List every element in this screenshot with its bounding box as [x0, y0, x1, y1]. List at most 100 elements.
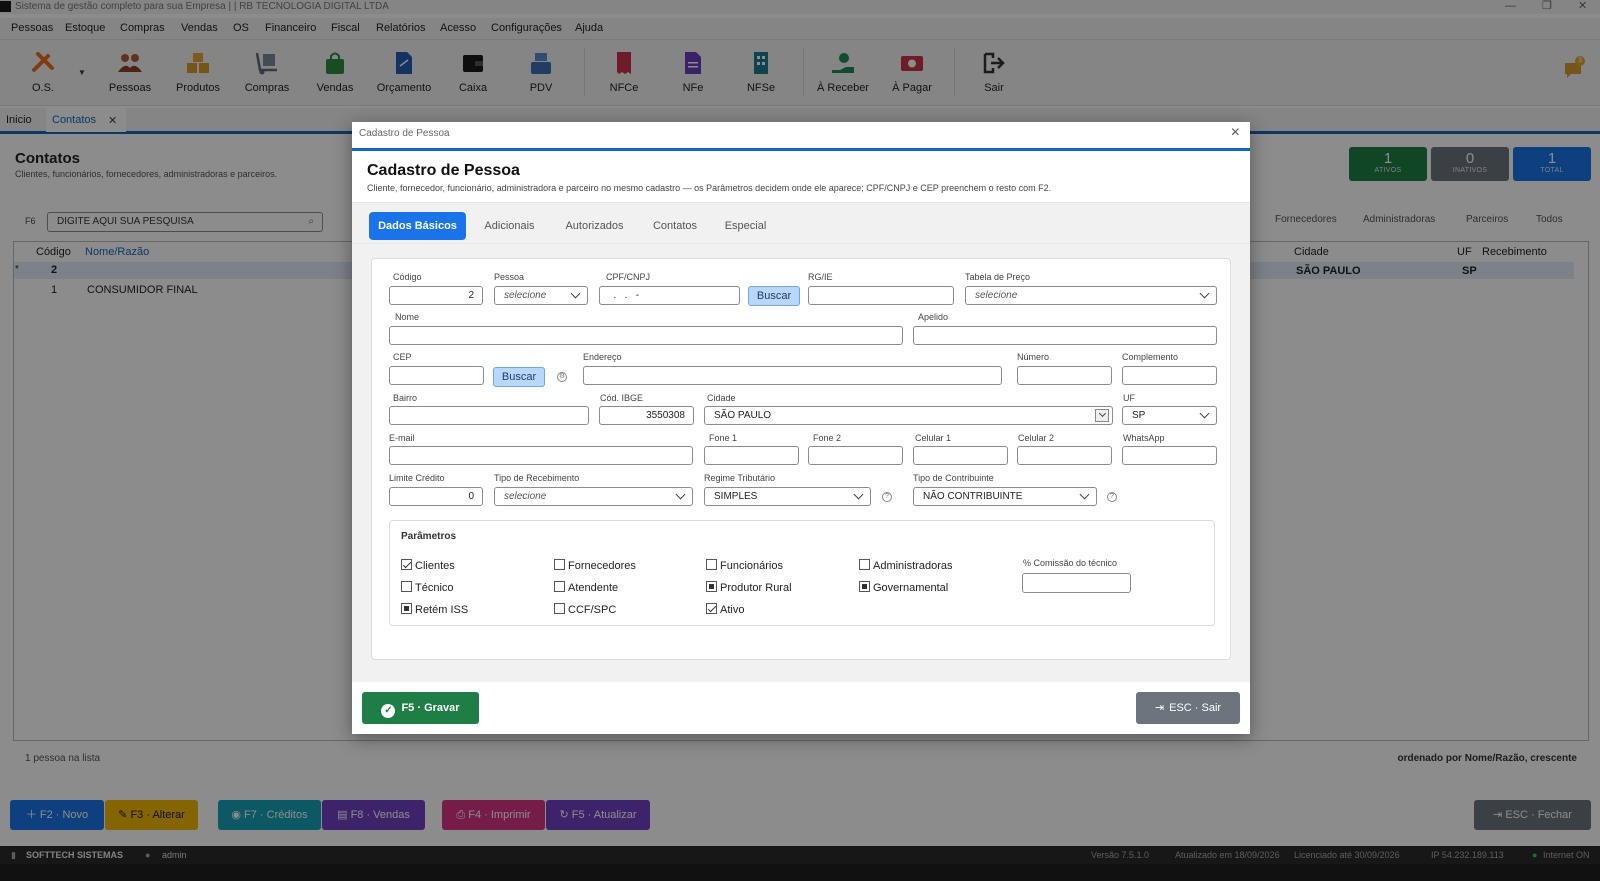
dialog-tabs: Dados Básicos Adicionais Autorizados Con…	[352, 202, 1250, 244]
checkbox-icon	[554, 581, 565, 592]
pessoa-select[interactable]: selecione	[494, 286, 588, 305]
bairro-field[interactable]	[389, 406, 589, 425]
settings-icon[interactable]: ⚙	[557, 372, 567, 382]
checkbox-icon	[554, 603, 565, 614]
checkbox-tecnico[interactable]: Técnico	[401, 581, 454, 594]
limite-label: Limite Crédito	[389, 473, 445, 483]
chevron-down-icon	[570, 288, 581, 299]
tabela-preco-label: Tabela de Preço	[965, 272, 1031, 282]
tab-contatos[interactable]: Contatos	[645, 212, 705, 240]
pessoa-label: Pessoa	[494, 272, 525, 282]
ibge-field[interactable]: 3550308	[599, 406, 694, 425]
checkbox-icon	[706, 581, 717, 592]
tab-adicionais[interactable]: Adicionais	[477, 212, 542, 240]
checkbox-icon	[401, 603, 412, 614]
codigo-label: Código	[393, 272, 422, 282]
contribuinte-label: Tipo de Contribuinte	[913, 473, 994, 483]
celular1-label: Celular 1	[915, 433, 952, 443]
cidade-label: Cidade	[707, 393, 736, 403]
fone2-field[interactable]	[808, 446, 903, 465]
celular2-field[interactable]	[1017, 446, 1112, 465]
endereco-label: Endereço	[583, 352, 622, 362]
checkbox-ccf-spc[interactable]: CCF/SPC	[554, 603, 616, 616]
checkbox-icon	[859, 581, 870, 592]
exit-icon: ⇥	[1154, 702, 1165, 714]
checkbox-atendente[interactable]: Atendente	[554, 581, 618, 594]
chevron-down-icon	[1199, 288, 1210, 299]
complemento-field[interactable]	[1122, 366, 1217, 385]
regime-help-icon[interactable]: ?	[882, 492, 892, 502]
contribuinte-help-icon[interactable]: ?	[1107, 492, 1117, 502]
dialog-close-icon[interactable]: ×	[1231, 124, 1240, 142]
tab-dados-basicos[interactable]: Dados Básicos	[369, 212, 466, 240]
celular1-field[interactable]	[913, 446, 1008, 465]
checkbox-funcionarios[interactable]: Funcionários	[706, 559, 783, 572]
sair-button[interactable]: ⇥ ESC · Sair	[1136, 692, 1240, 724]
chevron-down-icon	[1199, 408, 1210, 419]
checkbox-icon	[401, 559, 412, 570]
tabela-preco-select[interactable]: selecione	[965, 286, 1217, 305]
ibge-label: Cód. IBGE	[600, 393, 644, 403]
cpf-field[interactable]: . . -	[599, 286, 740, 305]
checkbox-produtor-rural[interactable]: Produtor Rural	[706, 581, 792, 594]
contribuinte-select[interactable]: NÃO CONTRIBUINTE	[913, 487, 1097, 506]
checkbox-icon	[554, 559, 565, 570]
parametros-title: Parâmetros	[401, 531, 457, 542]
parametros-group: Parâmetros Clientes Fornecedores Funcion…	[389, 520, 1215, 626]
tipo-recebimento-select[interactable]: selecione	[494, 487, 693, 506]
check-circle-icon: ✓	[381, 704, 396, 718]
checkbox-retem-iss[interactable]: Retém ISS	[401, 603, 468, 616]
chevron-down-icon	[853, 489, 864, 500]
tipo-recebimento-label: Tipo de Recebimento	[494, 473, 580, 483]
nome-field[interactable]	[389, 326, 903, 345]
tab-especial[interactable]: Especial	[718, 212, 773, 240]
chevron-down-icon	[1098, 409, 1107, 418]
checkbox-icon	[706, 603, 717, 614]
tab-autorizados[interactable]: Autorizados	[557, 212, 632, 240]
dialog-subtitle: Cliente, fornecedor, funcionário, admini…	[367, 183, 1052, 193]
bairro-label: Bairro	[393, 393, 418, 403]
email-label: E-mail	[389, 433, 415, 443]
checkbox-icon	[706, 559, 717, 570]
checkbox-ativo[interactable]: Ativo	[706, 603, 744, 616]
comissao-field[interactable]	[1022, 573, 1131, 593]
regime-select[interactable]: SIMPLES	[704, 487, 871, 506]
rg-label: RG/IE	[808, 272, 833, 282]
checkbox-fornecedores[interactable]: Fornecedores	[554, 559, 636, 572]
fone2-label: Fone 2	[813, 433, 842, 443]
checkbox-administradoras[interactable]: Administradoras	[859, 559, 952, 572]
cadastro-pessoa-dialog: Cadastro de Pessoa × Cadastro de Pessoa …	[352, 122, 1250, 734]
chevron-down-icon	[675, 489, 686, 500]
whatsapp-field[interactable]	[1122, 446, 1217, 465]
gravar-button[interactable]: ✓ F5 · Gravar	[362, 692, 479, 724]
numero-label: Número	[1017, 352, 1050, 362]
codigo-field[interactable]: 2	[389, 286, 483, 305]
buscar-cpf-button[interactable]: Buscar	[748, 286, 800, 306]
celular2-label: Celular 2	[1018, 433, 1055, 443]
rg-field[interactable]	[808, 286, 954, 305]
limite-field[interactable]: 0	[389, 487, 483, 506]
apelido-field[interactable]	[913, 326, 1217, 345]
uf-select[interactable]: SP	[1122, 406, 1217, 425]
whatsapp-label: WhatsApp	[1123, 433, 1165, 443]
fone1-label: Fone 1	[709, 433, 738, 443]
apelido-label: Apelido	[918, 312, 949, 322]
checkbox-icon	[401, 581, 412, 592]
fone1-field[interactable]	[704, 446, 799, 465]
checkbox-clientes[interactable]: Clientes	[401, 559, 455, 572]
dialog-window-title: Cadastro de Pessoa	[359, 128, 450, 139]
cpf-label: CPF/CNPJ	[606, 272, 651, 282]
email-field[interactable]	[389, 446, 693, 465]
dialog-accent-bar	[352, 148, 1250, 151]
complemento-label: Complemento	[1122, 352, 1179, 362]
cidade-dropdown-button[interactable]	[1095, 409, 1109, 422]
cep-field[interactable]	[389, 366, 484, 385]
buscar-cep-button[interactable]: Buscar	[493, 367, 545, 387]
uf-label: UF	[1123, 393, 1135, 403]
cidade-select[interactable]: SÃO PAULO	[704, 406, 1113, 425]
dialog-title: Cadastro de Pessoa	[367, 162, 520, 179]
numero-field[interactable]	[1017, 366, 1112, 385]
nome-label: Nome	[395, 312, 420, 322]
endereco-field[interactable]	[583, 366, 1002, 385]
checkbox-governamental[interactable]: Governamental	[859, 581, 948, 594]
